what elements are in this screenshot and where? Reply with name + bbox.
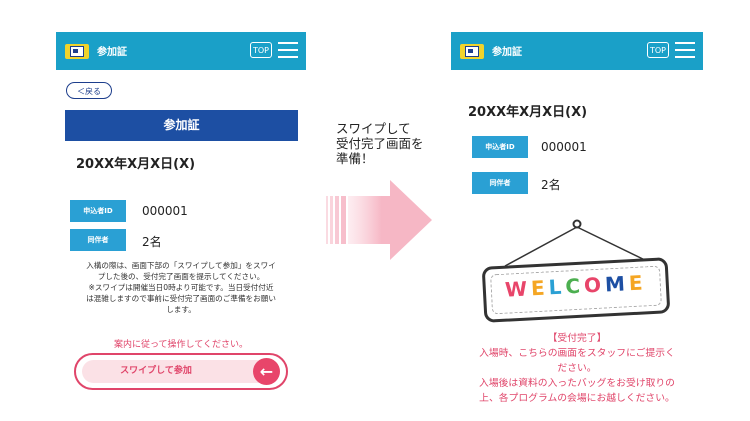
back-button[interactable]: ＜戻る [66,82,112,99]
id-card-logo-icon [460,44,484,59]
welcome-letter: E [628,270,648,296]
entry-note: 入構の際は、画面下部の「スワイプして参加」をスワイ プした後の、受付完了画面を提… [86,261,276,314]
applicant-id-label: 申込者ID [472,136,528,158]
companion-label: 同伴者 [472,172,528,194]
step-caption: スワイプして 受付完了画面を 準備！ [336,121,424,166]
big-arrow-right-icon [326,180,432,260]
companion-value: 2名 [541,178,561,192]
swipe-to-join-slider[interactable]: スワイプして参加 ← [74,353,288,390]
id-card-logo-icon [65,44,89,59]
app-header: 参加証 TOP [56,32,306,70]
welcome-letter: L [548,274,567,300]
companion-label: 同伴者 [70,229,126,251]
top-button[interactable]: TOP [647,42,669,58]
participation-card-screen: 参加証 TOP ＜戻る 参加証 20XX年X月X日(X) 申込者ID 00000… [56,32,306,407]
welcome-letter: E [530,275,550,301]
reception-complete-screen: 参加証 TOP 20XX年X月X日(X) 申込者ID 000001 同伴者 2名… [451,32,703,417]
welcome-letter: M [604,271,630,297]
event-date: 20XX年X月X日(X) [468,105,588,120]
welcome-board: WELCOME [481,257,671,323]
arrow-left-icon[interactable]: ← [253,358,280,385]
hamburger-menu-icon[interactable] [278,40,298,60]
completion-message: 【受付完了】 入場時、こちらの画面をスタッフにご提示く ださい。 入場後は資料の… [479,333,675,404]
header-title: 参加証 [492,47,522,58]
swipe-label: スワイプして参加 [120,366,192,376]
section-title-bar: 参加証 [65,110,298,141]
welcome-sign: WELCOME [477,216,677,326]
welcome-letter: C [564,273,585,299]
welcome-letter: W [504,276,532,302]
applicant-id-value: 000001 [142,204,188,218]
instruction-text: 案内に従って操作してください。 [113,340,248,350]
applicant-id-value: 000001 [541,140,587,154]
top-button[interactable]: TOP [250,42,272,58]
app-header: 参加証 TOP [451,32,703,70]
event-date: 20XX年X月X日(X) [76,157,196,172]
applicant-id-label: 申込者ID [70,200,126,222]
hamburger-menu-icon[interactable] [675,40,695,60]
welcome-letter: O [583,272,606,298]
header-title: 参加証 [97,47,127,58]
companion-value: 2名 [142,235,162,249]
